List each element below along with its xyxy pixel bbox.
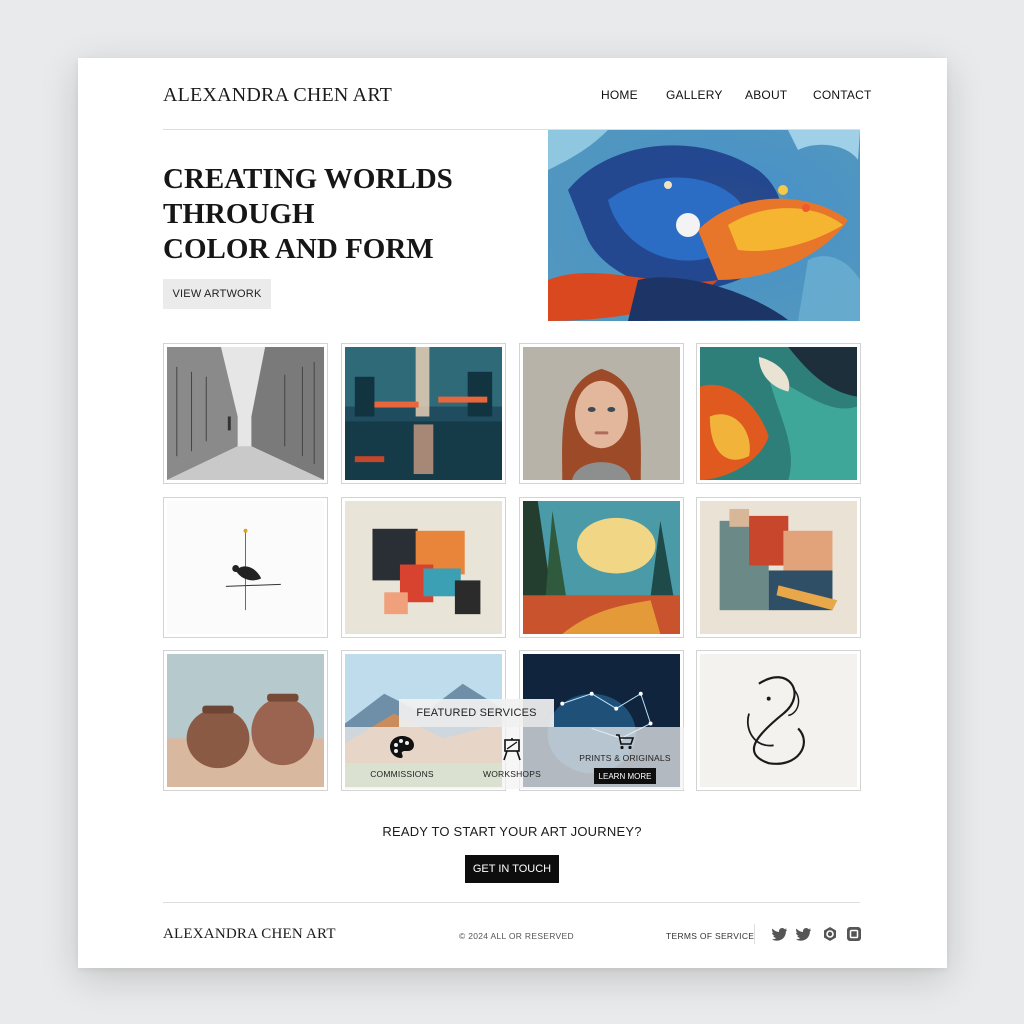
circle-logo-icon[interactable] [822, 926, 838, 942]
hero-abstract-painting [548, 130, 860, 321]
get-in-touch-button[interactable]: GET IN TOUCH [465, 855, 559, 883]
artwork-tile-calligraphy[interactable] [696, 650, 861, 791]
artwork-tile-collage[interactable] [696, 497, 861, 638]
nav-home[interactable]: HOME [601, 88, 638, 102]
footer-divider [163, 902, 860, 903]
service-prints[interactable]: PRINTS & ORIGINALS [577, 733, 673, 763]
artwork-tile-portrait[interactable] [519, 343, 684, 484]
hero-title-line-3: COLOR AND FORM [163, 233, 434, 265]
featured-services-heading: FEATURED SERVICES [399, 699, 554, 727]
service-prints-label: PRINTS & ORIGINALS [579, 753, 671, 763]
hero-title: CREATING WORLDS THROUGH COLOR AND FORM [163, 162, 533, 267]
footer-logo[interactable]: ALEXANDRA CHEN ART [163, 926, 336, 943]
artwork-tile-bird-sketch[interactable] [163, 497, 328, 638]
featured-services-panel: FEATURED SERVICES COMMISSIONS WORKSHOPS [345, 699, 684, 789]
nav-gallery[interactable]: GALLERY [666, 88, 723, 102]
nav-about[interactable]: ABOUT [745, 88, 787, 102]
twitter-icon[interactable] [772, 926, 788, 942]
service-commissions-label: COMMISSIONS [370, 769, 434, 779]
twitter-icon[interactable] [796, 926, 812, 942]
view-artwork-button[interactable]: VIEW ARTWORK [163, 279, 271, 309]
terms-of-service-link[interactable]: TERMS OF SERVICE [666, 931, 754, 941]
cta-heading: READY TO START YOUR ART JOURNEY? [382, 824, 642, 839]
site-logo[interactable]: ALEXANDRA CHEN ART [163, 84, 392, 107]
hero-title-line-2: THROUGH [163, 198, 315, 230]
square-logo-icon[interactable] [846, 926, 862, 942]
artwork-tile-forest-landscape[interactable] [519, 497, 684, 638]
artwork-tile-street-sketch[interactable] [163, 343, 328, 484]
cart-icon [616, 734, 635, 750]
footer-separator [754, 924, 755, 944]
palette-icon [390, 736, 414, 758]
artwork-tile-city-reflection[interactable] [341, 343, 506, 484]
service-workshops[interactable]: WORKSHOPS [477, 737, 547, 779]
artwork-tile-pottery[interactable] [163, 650, 328, 791]
learn-more-button[interactable]: LEARN MORE [594, 768, 656, 784]
artwork-tile-abstract-fire[interactable] [696, 343, 861, 484]
service-commissions[interactable]: COMMISSIONS [367, 735, 437, 779]
nav-contact[interactable]: CONTACT [813, 88, 872, 102]
artwork-tile-color-blocks[interactable] [341, 497, 506, 638]
hero-title-line-1: CREATING WORLDS [163, 163, 453, 195]
footer-copyright: © 2024 ALL OR RESERVED [459, 931, 574, 941]
service-workshops-label: WORKSHOPS [482, 769, 541, 779]
easel-icon [503, 738, 521, 761]
